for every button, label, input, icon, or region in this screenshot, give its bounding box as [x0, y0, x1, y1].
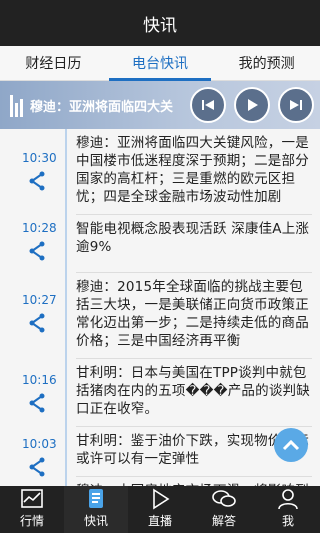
share-icon[interactable]	[28, 313, 46, 333]
news-text: 穆迪：2015年全球面临的挑战主要包括三大块，一是美联储正向货币政策正常化迈出第…	[76, 273, 312, 359]
tab-label: 电台快讯	[132, 56, 188, 72]
tab-my-forecast[interactable]: 我的预测	[213, 46, 320, 80]
scroll-top-button[interactable]	[274, 428, 308, 462]
nav-label: 我	[281, 514, 294, 528]
radio-player: 穆迪：亚洲将面临四大关	[0, 81, 320, 129]
tab-label: 财经日历	[25, 56, 82, 72]
person-icon	[278, 489, 298, 510]
nav-market[interactable]: 行情	[0, 486, 64, 533]
nav-label: 直播	[147, 514, 172, 528]
share-icon[interactable]	[28, 171, 46, 191]
play-icon	[153, 488, 170, 510]
play-button[interactable]	[234, 87, 270, 123]
chat-icon	[212, 490, 236, 507]
tab-radio-news[interactable]: 电台快讯	[107, 46, 214, 81]
list-item[interactable]: 10:28 智能电视概念股表现活跃 深康佳A上涨逾9%	[0, 215, 320, 273]
app-titlebar: 快讯	[0, 0, 320, 46]
share-icon[interactable]	[28, 241, 46, 261]
player-title: 穆迪：亚洲将面临四大关	[30, 99, 174, 115]
list-item[interactable]: 10:30 穆迪：亚洲将面临四大关键风险，一是中国楼市低迷程度深于预期；二是部分…	[0, 129, 320, 215]
nav-label: 解答	[211, 514, 236, 528]
previous-button[interactable]	[190, 87, 226, 123]
share-icon[interactable]	[28, 393, 46, 413]
news-time: 10:28	[22, 221, 57, 235]
news-time: 10:27	[22, 293, 57, 307]
news-text: 穆迪：中国房地产市场下滑，将影响到	[76, 477, 312, 486]
share-icon[interactable]	[28, 457, 46, 477]
tab-finance-calendar[interactable]: 财经日历	[0, 46, 107, 80]
next-button[interactable]	[278, 87, 314, 123]
news-text: 智能电视概念股表现活跃 深康佳A上涨逾9%	[76, 215, 312, 273]
page-title: 快讯	[143, 15, 177, 36]
news-feed[interactable]: 10:30 穆迪：亚洲将面临四大关键风险，一是中国楼市低迷程度深于预期；二是部分…	[0, 129, 320, 486]
news-text: 穆迪：亚洲将面临四大关键风险，一是中国楼市低迷程度深于预期；二是部分国家的高杠杆…	[76, 129, 312, 215]
bottom-navigation: 行情 快讯 直播 解答 我	[0, 486, 320, 533]
chart-icon	[21, 489, 43, 508]
nav-label: 行情	[19, 514, 44, 528]
nav-answers[interactable]: 解答	[192, 486, 256, 533]
list-item[interactable]: 10:27 穆迪：2015年全球面临的挑战主要包括三大块，一是美联储正向货币政策…	[0, 273, 320, 359]
tab-label: 我的预测	[238, 56, 295, 72]
nav-label: 快讯	[83, 514, 108, 528]
list-item[interactable]: 10:03 甘利明：鉴于油价下跌，实现物价目标或许可以有一定弹性	[0, 427, 320, 477]
tab-bar: 财经日历 电台快讯 我的预测	[0, 46, 320, 81]
nav-me[interactable]: 我	[256, 486, 320, 533]
list-item[interactable]: 10:16 甘利明：日本与美国在TPP谈判中就包括猪肉在内的五项���产品的谈判…	[0, 359, 320, 427]
news-time: 10:30	[22, 151, 57, 165]
news-icon	[89, 489, 103, 508]
chevron-up-icon	[282, 439, 300, 451]
news-text: 甘利明：日本与美国在TPP谈判中就包括猪肉在内的五项���产品的谈判缺口正在收窄…	[76, 359, 312, 427]
play-icon	[248, 99, 258, 111]
skip-back-icon	[202, 100, 214, 110]
news-time: 10:16	[22, 373, 57, 387]
nav-news[interactable]: 快讯	[64, 486, 128, 533]
audio-bars-icon	[10, 93, 23, 117]
skip-forward-icon	[290, 100, 302, 110]
news-time: 10:03	[22, 437, 57, 451]
nav-live[interactable]: 直播	[128, 486, 192, 533]
list-item[interactable]: 穆迪：中国房地产市场下滑，将影响到	[0, 477, 320, 486]
